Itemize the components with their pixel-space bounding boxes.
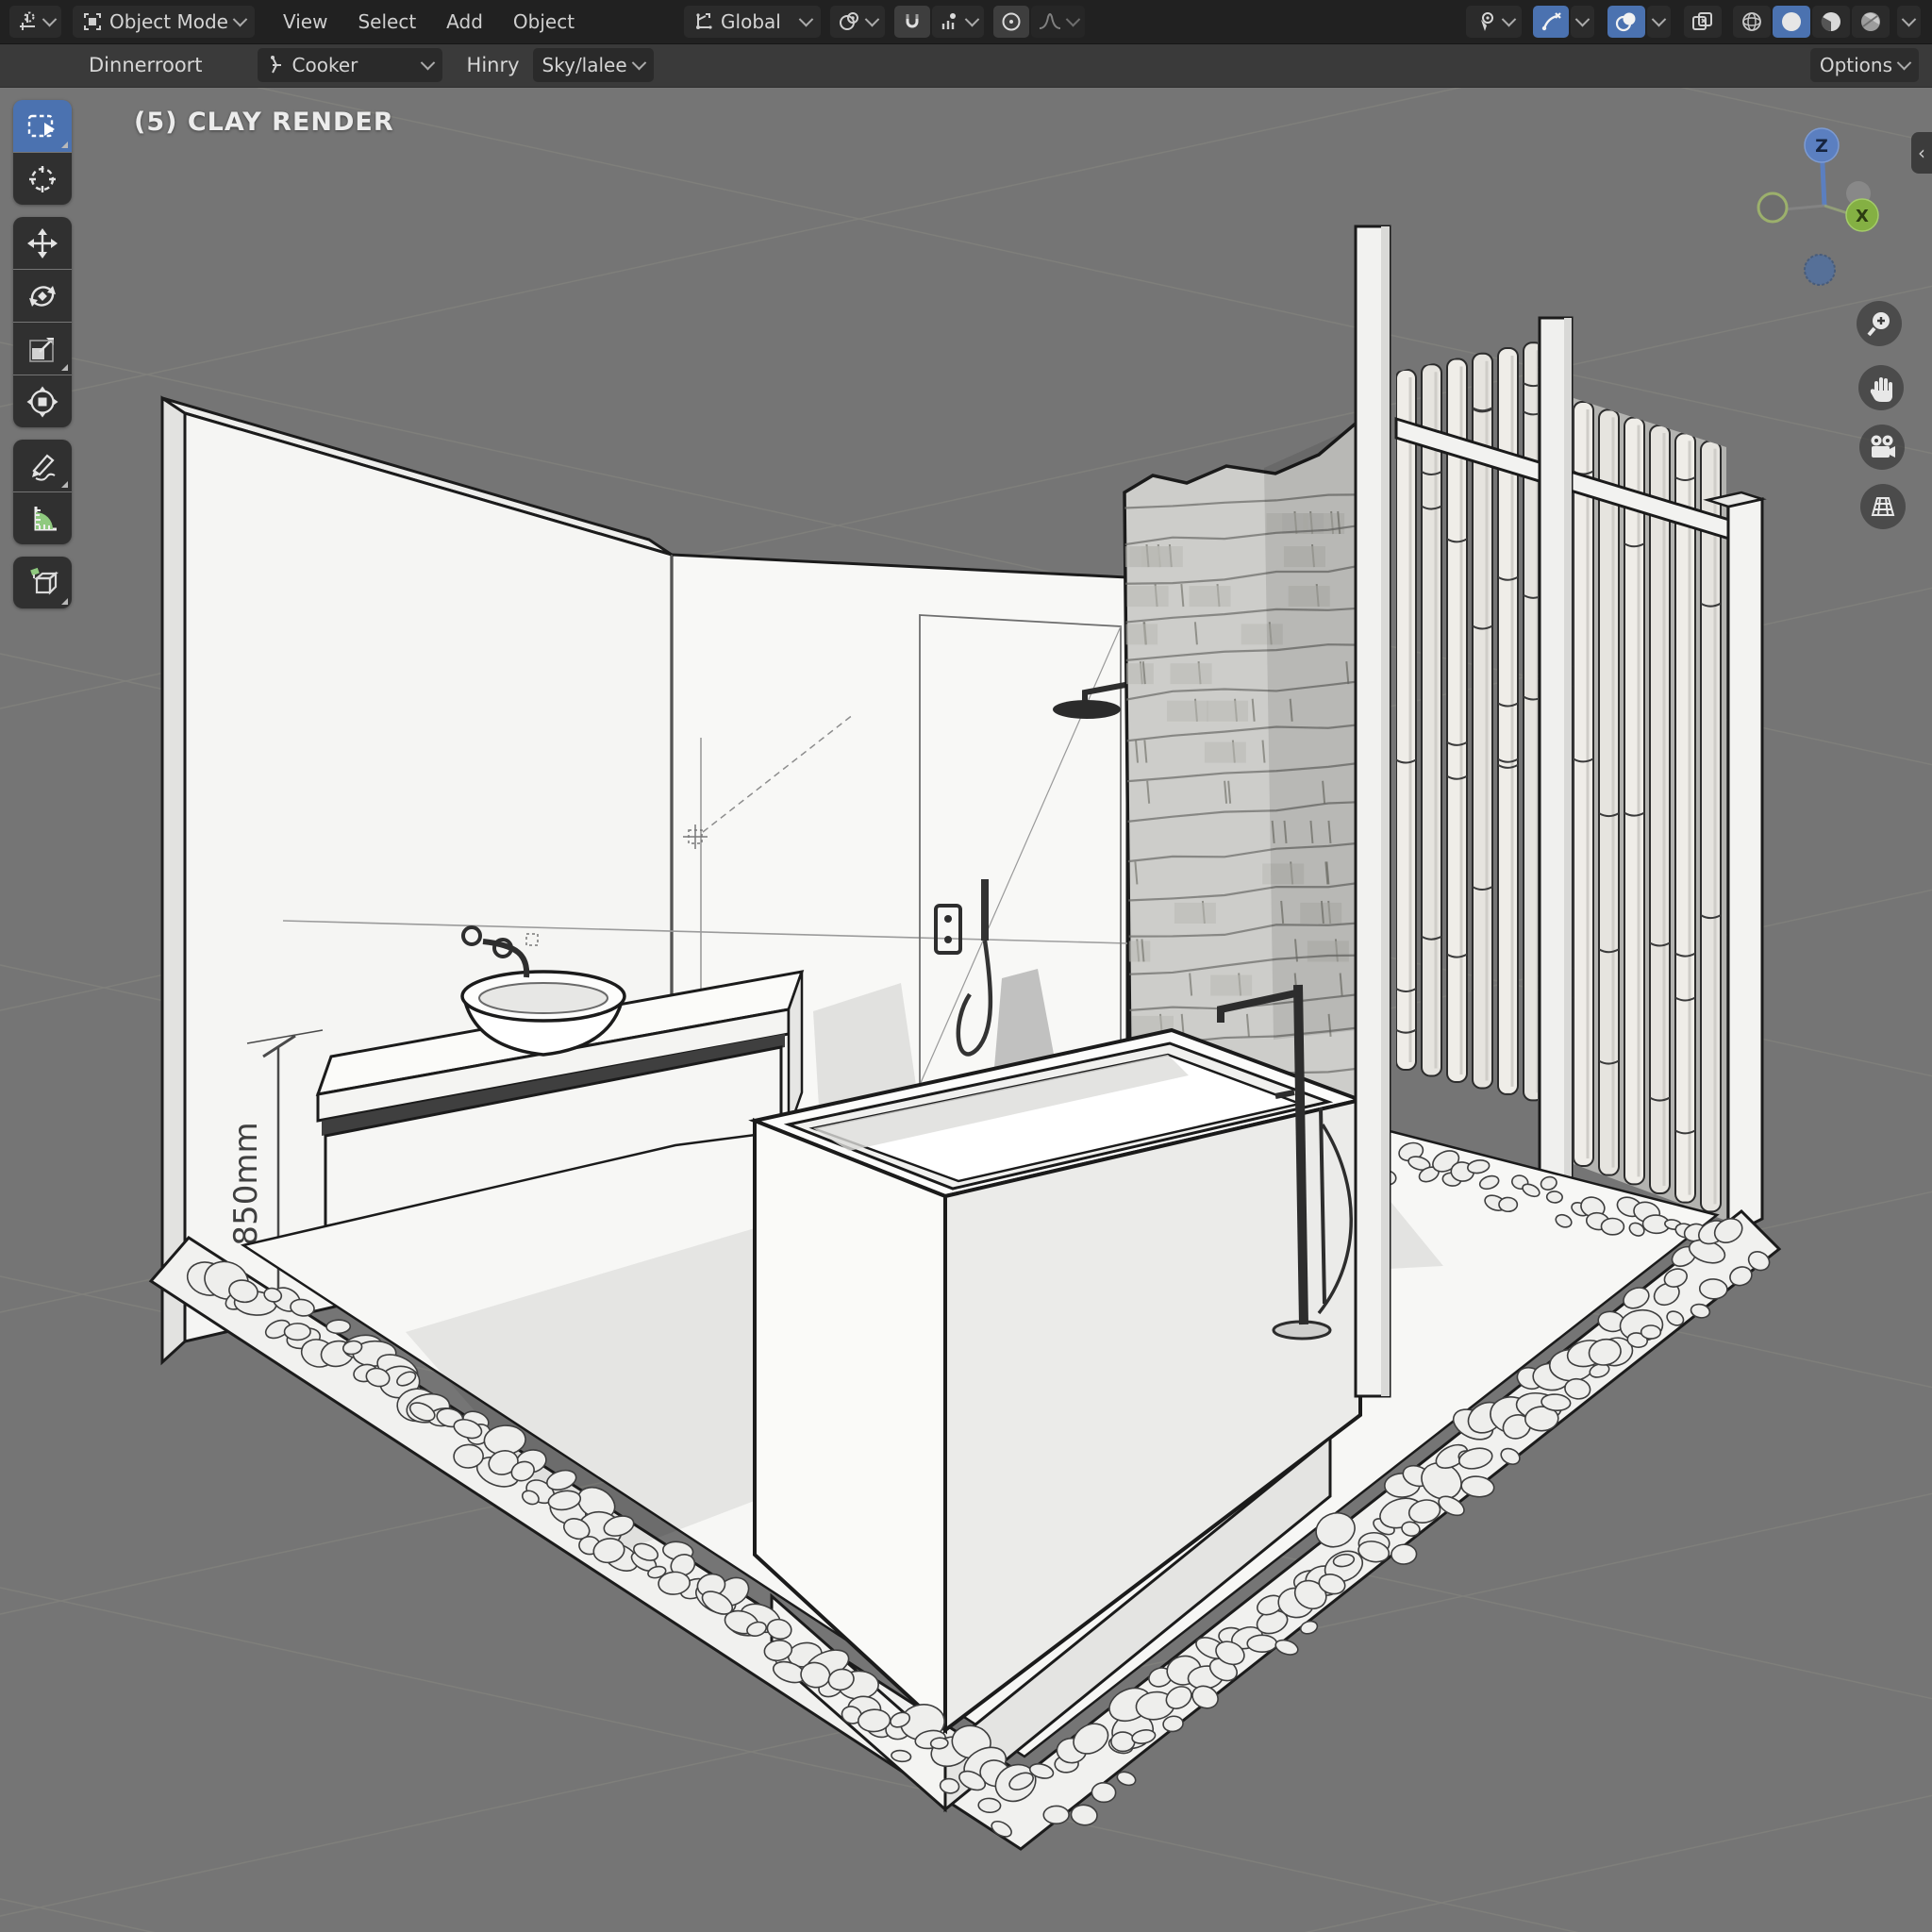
pivot-dropdown[interactable]: [830, 6, 885, 38]
shading-material-icon: [1819, 9, 1843, 34]
snap-magnet-icon: [901, 10, 924, 33]
menu-add[interactable]: Add: [431, 10, 498, 33]
collection-dropdown[interactable]: Cooker: [258, 48, 442, 82]
scene-dropdown[interactable]: Sky/lalee: [533, 48, 654, 82]
viewport-3d[interactable]: 850mm: [0, 87, 1932, 1932]
collection-label: Cooker: [292, 54, 358, 76]
shading-wireframe-button[interactable]: [1733, 6, 1771, 38]
mode-dropdown[interactable]: Object Mode: [73, 6, 255, 38]
scene-label: Sky/lalee: [542, 54, 627, 76]
gizmo-toggle-icon: [1540, 10, 1562, 33]
visibility-dropdown[interactable]: [1466, 6, 1522, 38]
breadcrumb-mid-label: Hinry: [467, 54, 520, 76]
tool-rotate[interactable]: [13, 270, 72, 322]
tool-transform[interactable]: [13, 375, 72, 427]
toolbar: [13, 100, 72, 608]
shading-dropdown[interactable]: [1897, 6, 1921, 38]
cursor-icon: [26, 163, 58, 195]
overlays-dropdown[interactable]: [1647, 6, 1671, 38]
navigation-gizmo[interactable]: Z X: [1753, 115, 1923, 304]
topbar: Object Mode View Select Add Object Globa…: [0, 0, 1932, 44]
tool-select-box[interactable]: [13, 100, 72, 152]
visibility-eye-icon: [1474, 10, 1498, 33]
tool-scale[interactable]: [13, 323, 72, 375]
orientation-dropdown[interactable]: Global: [684, 6, 821, 38]
viewport-header: Dinnerroort Cooker Hinry Sky/lalee Optio…: [0, 43, 1932, 88]
xray-toggle-button[interactable]: [1684, 6, 1722, 38]
shading-rendered-icon: [1858, 9, 1883, 34]
breadcrumb-left-label: Dinnerroort: [89, 54, 203, 76]
menu-object[interactable]: Object: [498, 10, 590, 33]
ortho-toggle-button[interactable]: [1860, 484, 1906, 529]
tool-cursor[interactable]: [13, 153, 72, 205]
xray-toggle-icon: [1690, 10, 1715, 33]
mode-label: Object Mode: [109, 10, 228, 33]
add-cube-icon: [25, 566, 59, 600]
post-2[interactable]: [1540, 318, 1572, 1224]
move-icon: [26, 227, 58, 259]
overlays-toggle-icon: [1614, 10, 1639, 33]
grid-ortho-icon: [1869, 492, 1897, 521]
menubar: View Select Add Object: [268, 10, 590, 33]
overlays-toggle-button[interactable]: [1607, 6, 1645, 38]
shading-solid-icon: [1779, 9, 1804, 34]
shading-solid-button[interactable]: [1773, 6, 1810, 38]
rotate-icon: [26, 280, 58, 312]
tool-annotate[interactable]: [13, 440, 72, 491]
editor-type-icon: [16, 10, 39, 33]
scale-icon: [26, 333, 58, 365]
snap-target-icon: [939, 10, 961, 33]
gizmo-dropdown[interactable]: [1571, 6, 1594, 38]
gizmo-axis-neg-x[interactable]: [1758, 193, 1787, 222]
snap-target-dropdown[interactable]: [932, 6, 984, 38]
snap-toggle-button[interactable]: [894, 6, 930, 38]
falloff-curve-icon: [1038, 10, 1062, 33]
measure-icon: [26, 503, 58, 535]
tool-move[interactable]: [13, 217, 72, 269]
zoom-button[interactable]: [1857, 301, 1902, 346]
orientation-axes-icon: [693, 11, 714, 32]
svg-text:X: X: [1856, 207, 1869, 226]
falloff-dropdown[interactable]: [1031, 6, 1085, 38]
svg-text:Z: Z: [1815, 136, 1828, 157]
tool-add-cube[interactable]: [13, 557, 72, 608]
camera-view-button[interactable]: [1859, 425, 1905, 470]
scene-canvas[interactable]: 850mm: [0, 87, 1932, 1932]
dimension-text: 850mm: [227, 1122, 265, 1245]
shading-wireframe-icon: [1740, 9, 1764, 34]
orientation-label: Global: [721, 10, 781, 33]
shading-rendered-button[interactable]: [1852, 6, 1890, 38]
gizmo-axis-neg-z[interactable]: [1805, 255, 1835, 285]
camera-view-icon: [1867, 433, 1897, 461]
proportional-circle-icon: [1000, 10, 1023, 33]
options-label: Options: [1820, 54, 1892, 76]
transform-icon: [26, 386, 58, 418]
pan-hand-icon: [1867, 374, 1895, 402]
gizmo-toggle-button[interactable]: [1533, 6, 1569, 38]
tool-measure[interactable]: [13, 492, 72, 544]
person-icon: [267, 55, 286, 75]
post-1[interactable]: [1356, 226, 1390, 1396]
render-label: (5) CLAY RENDER: [134, 108, 394, 137]
options-dropdown[interactable]: Options: [1810, 48, 1919, 82]
object-mode-icon: [82, 11, 103, 32]
pivot-point-icon: [838, 10, 860, 33]
annotate-icon: [26, 450, 58, 482]
editor-type-button[interactable]: [9, 6, 61, 38]
select-box-icon: [25, 110, 59, 142]
zoom-icon: [1865, 309, 1893, 338]
shading-material-button[interactable]: [1812, 6, 1850, 38]
menu-select[interactable]: Select: [342, 10, 431, 33]
pan-button[interactable]: [1858, 365, 1904, 410]
menu-view[interactable]: View: [268, 10, 342, 33]
proportional-editing-button[interactable]: [993, 6, 1029, 38]
rain-shower-head[interactable]: [1053, 700, 1121, 719]
